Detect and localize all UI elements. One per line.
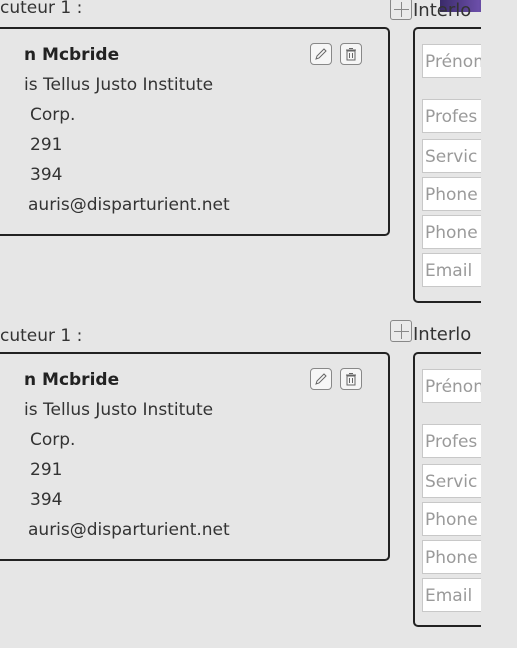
- interlocutor-form-title: Interlo: [413, 324, 472, 345]
- contact-phone-1: 291: [30, 460, 63, 480]
- trash-icon: [346, 48, 356, 61]
- contact-card: n Mcbride is Tellus Justo Institute Corp…: [0, 352, 390, 561]
- service-input[interactable]: Servic: [422, 464, 481, 498]
- contact-email: auris@disparturient.net: [28, 520, 230, 540]
- add-interlocutor-button[interactable]: [390, 0, 412, 20]
- edit-button[interactable]: [310, 43, 332, 65]
- firstname-input[interactable]: Prénom: [422, 44, 481, 78]
- email-input[interactable]: Email: [422, 578, 481, 612]
- contact-company: Corp.: [30, 105, 76, 125]
- interlocutor-form-title: Interlo: [413, 0, 472, 21]
- contact-email: auris@disparturient.net: [28, 195, 230, 215]
- phone-input-2[interactable]: Phone: [422, 540, 481, 574]
- interlocutor-title: cuteur 1 :: [0, 326, 83, 346]
- contact-name: n Mcbride: [24, 45, 120, 65]
- trash-icon: [346, 373, 356, 386]
- contact-card: n Mcbride is Tellus Justo Institute Corp…: [0, 27, 390, 236]
- contact-organization: is Tellus Justo Institute: [24, 400, 214, 420]
- profession-input[interactable]: Profes: [422, 99, 481, 133]
- interlocutor-form-panel: Prénom Profes Servic Phone Phone Email: [413, 352, 481, 627]
- phone-input-2[interactable]: Phone: [422, 215, 481, 249]
- contact-phone-1: 291: [30, 135, 63, 155]
- interlocutor-title: cuteur 1 :: [0, 0, 83, 18]
- firstname-input[interactable]: Prénom: [422, 369, 481, 403]
- contact-name: n Mcbride: [24, 370, 120, 390]
- pencil-icon: [315, 373, 327, 385]
- contact-organization: is Tellus Justo Institute: [24, 75, 214, 95]
- service-input[interactable]: Servic: [422, 139, 481, 173]
- viewport-clip: cuteur 1 : n Mcbride is Tellus Justo Ins…: [0, 0, 481, 648]
- email-input[interactable]: Email: [422, 253, 481, 287]
- phone-input-1[interactable]: Phone: [422, 502, 481, 536]
- contact-phone-2: 394: [30, 165, 63, 185]
- interlocutor-form-panel: Prénom Profes Servic Phone Phone Email: [413, 27, 481, 303]
- phone-input-1[interactable]: Phone: [422, 177, 481, 211]
- pencil-icon: [315, 48, 327, 60]
- contact-phone-2: 394: [30, 490, 63, 510]
- edit-button[interactable]: [310, 368, 332, 390]
- contact-company: Corp.: [30, 430, 76, 450]
- profession-input[interactable]: Profes: [422, 424, 481, 458]
- add-interlocutor-button[interactable]: [390, 320, 412, 342]
- delete-button[interactable]: [340, 43, 362, 65]
- delete-button[interactable]: [340, 368, 362, 390]
